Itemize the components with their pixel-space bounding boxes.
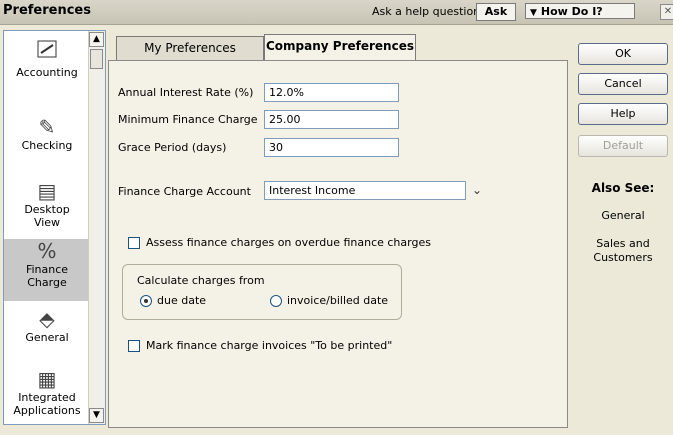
accounting-icon [4,37,90,66]
invoice-date-radio[interactable] [270,295,282,307]
scroll-up-icon[interactable]: ▲ [89,32,104,47]
cancel-button[interactable]: Cancel [578,73,668,95]
interest-rate-label: Annual Interest Rate (%) [118,86,254,99]
sidebar-item-label-line1: Integrated [18,391,76,404]
sidebar-scrollbar[interactable]: ▲ ▼ [88,31,105,424]
close-icon[interactable]: ✕ [660,4,673,20]
mark-printed-checkbox[interactable] [128,340,140,352]
sidebar-item-label: General [25,331,69,344]
sidebar-item-label-line1: Finance [25,263,69,276]
invoice-date-label: invoice/billed date [287,294,389,307]
sidebar-item-label-line2: View [33,216,61,229]
sidebar-item-label: Accounting [16,66,78,79]
also-see-general-link[interactable]: General [578,209,668,222]
due-date-label: due date [157,294,207,307]
sidebar-item-label-line2: Charge [27,276,67,289]
ok-button[interactable]: OK [578,43,668,65]
finance-charge-icon: % [37,239,57,263]
triangle-down-icon: ▼ [530,8,537,18]
preferences-sidebar: Accounting ✎ Checking ▤ Desktop View % F… [3,30,106,425]
chevron-down-icon[interactable]: ⌄ [468,181,486,200]
also-see-sales-line2[interactable]: Customers [578,251,668,264]
sidebar-item-label-line2: Applications [13,404,81,417]
tab-company-preferences[interactable]: Company Preferences [264,34,416,61]
sidebar-item-accounting[interactable]: Accounting [4,37,90,99]
title-bar: Preferences Ask a help question Ask ▼ How… [0,0,673,25]
sidebar-item-finance-charge[interactable]: % Finance Charge [4,239,90,301]
sidebar-item-integrated-applications[interactable]: ▦ Integrated Applications [4,367,90,424]
general-icon: ⬘ [39,307,55,331]
help-question-label: Ask a help question [372,5,481,18]
checking-icon: ✎ [38,115,56,139]
ask-button[interactable]: Ask [476,3,516,21]
scroll-down-icon[interactable]: ▼ [89,408,104,423]
grace-period-field[interactable]: 30 [264,138,399,157]
calculate-charges-group [122,264,402,320]
sidebar-item-checking[interactable]: ✎ Checking [4,115,90,165]
also-see-sales-line1[interactable]: Sales and [578,237,668,250]
window-title: Preferences [3,3,91,18]
sidebar-item-desktop-view[interactable]: ▤ Desktop View [4,179,90,235]
interest-rate-field[interactable]: 12.0% [264,83,399,102]
how-do-i-label: How Do I? [540,5,603,18]
scroll-thumb[interactable] [90,49,103,69]
integrated-applications-icon: ▦ [37,367,57,391]
sidebar-item-label-line1: Desktop [24,203,70,216]
how-do-i-dropdown[interactable]: ▼ How Do I? [525,3,635,19]
finance-account-label: Finance Charge Account [118,185,251,198]
due-date-radio[interactable] [140,295,152,307]
tab-my-preferences[interactable]: My Preferences [116,36,264,60]
calculate-charges-label: Calculate charges from [137,274,265,287]
assess-checkbox[interactable] [128,237,140,249]
default-button[interactable]: Default [578,135,668,157]
sidebar-item-general[interactable]: ⬘ General [4,307,90,355]
sidebar-item-label: Checking [21,139,73,152]
assess-label: Assess finance charges on overdue financ… [146,236,431,249]
also-see-heading: Also See: [591,181,655,195]
grace-period-label: Grace Period (days) [118,141,227,154]
desktop-view-icon: ▤ [37,179,57,203]
min-charge-label: Minimum Finance Charge [118,113,258,126]
finance-account-combo[interactable]: Interest Income [264,181,466,200]
mark-printed-label: Mark finance charge invoices "To be prin… [146,339,393,352]
min-charge-field[interactable]: 25.00 [264,110,399,129]
help-button[interactable]: Help [578,103,668,125]
